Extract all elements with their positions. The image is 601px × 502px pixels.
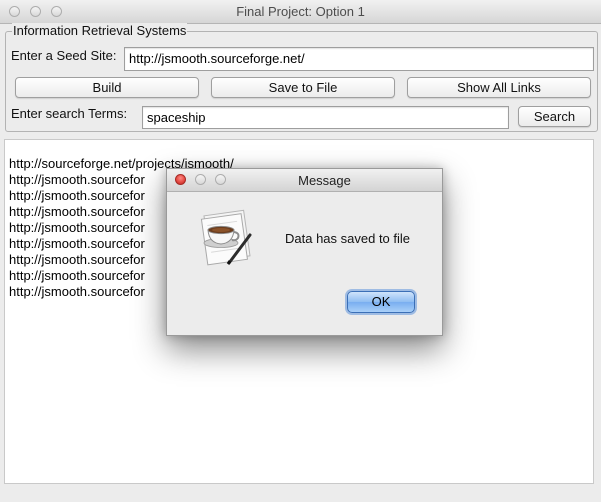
result-line: http://jsmooth.sourcefor	[9, 188, 145, 203]
result-line: http://jsmooth.sourcefor	[9, 252, 145, 267]
seed-site-label: Enter a Seed Site:	[11, 48, 117, 63]
title-bar: Final Project: Option 1	[0, 0, 601, 24]
result-line: http://jsmooth.sourcefor	[9, 236, 145, 251]
show-all-links-button[interactable]: Show All Links	[407, 77, 591, 98]
search-terms-field[interactable]: spaceship	[142, 106, 509, 129]
coffee-cup-icon	[200, 209, 252, 266]
build-button[interactable]: Build	[15, 77, 199, 98]
dialog-title-bar: Message	[167, 169, 442, 192]
ok-button[interactable]: OK	[347, 291, 415, 313]
result-line: http://jsmooth.sourcefor	[9, 204, 145, 219]
dialog-title: Message	[298, 173, 351, 188]
dialog-message: Data has saved to file	[285, 231, 411, 246]
result-line: http://jsmooth.sourcefor	[9, 284, 145, 299]
window-bottom	[0, 484, 601, 502]
result-line: http://jsmooth.sourcefor	[9, 220, 145, 235]
result-line: http://jsmooth.sourcefor	[9, 172, 145, 187]
search-terms-label: Enter search Terms:	[11, 106, 128, 121]
window-title: Final Project: Option 1	[236, 4, 365, 19]
save-to-file-button[interactable]: Save to File	[211, 77, 395, 98]
search-button[interactable]: Search	[518, 106, 591, 127]
message-dialog: Message Data has saved to file OK	[166, 168, 443, 336]
seed-site-field[interactable]: http://jsmooth.sourceforge.net/	[124, 47, 594, 71]
result-line: http://jsmooth.sourcefor	[9, 268, 145, 283]
group-title: Information Retrieval Systems	[12, 23, 188, 38]
